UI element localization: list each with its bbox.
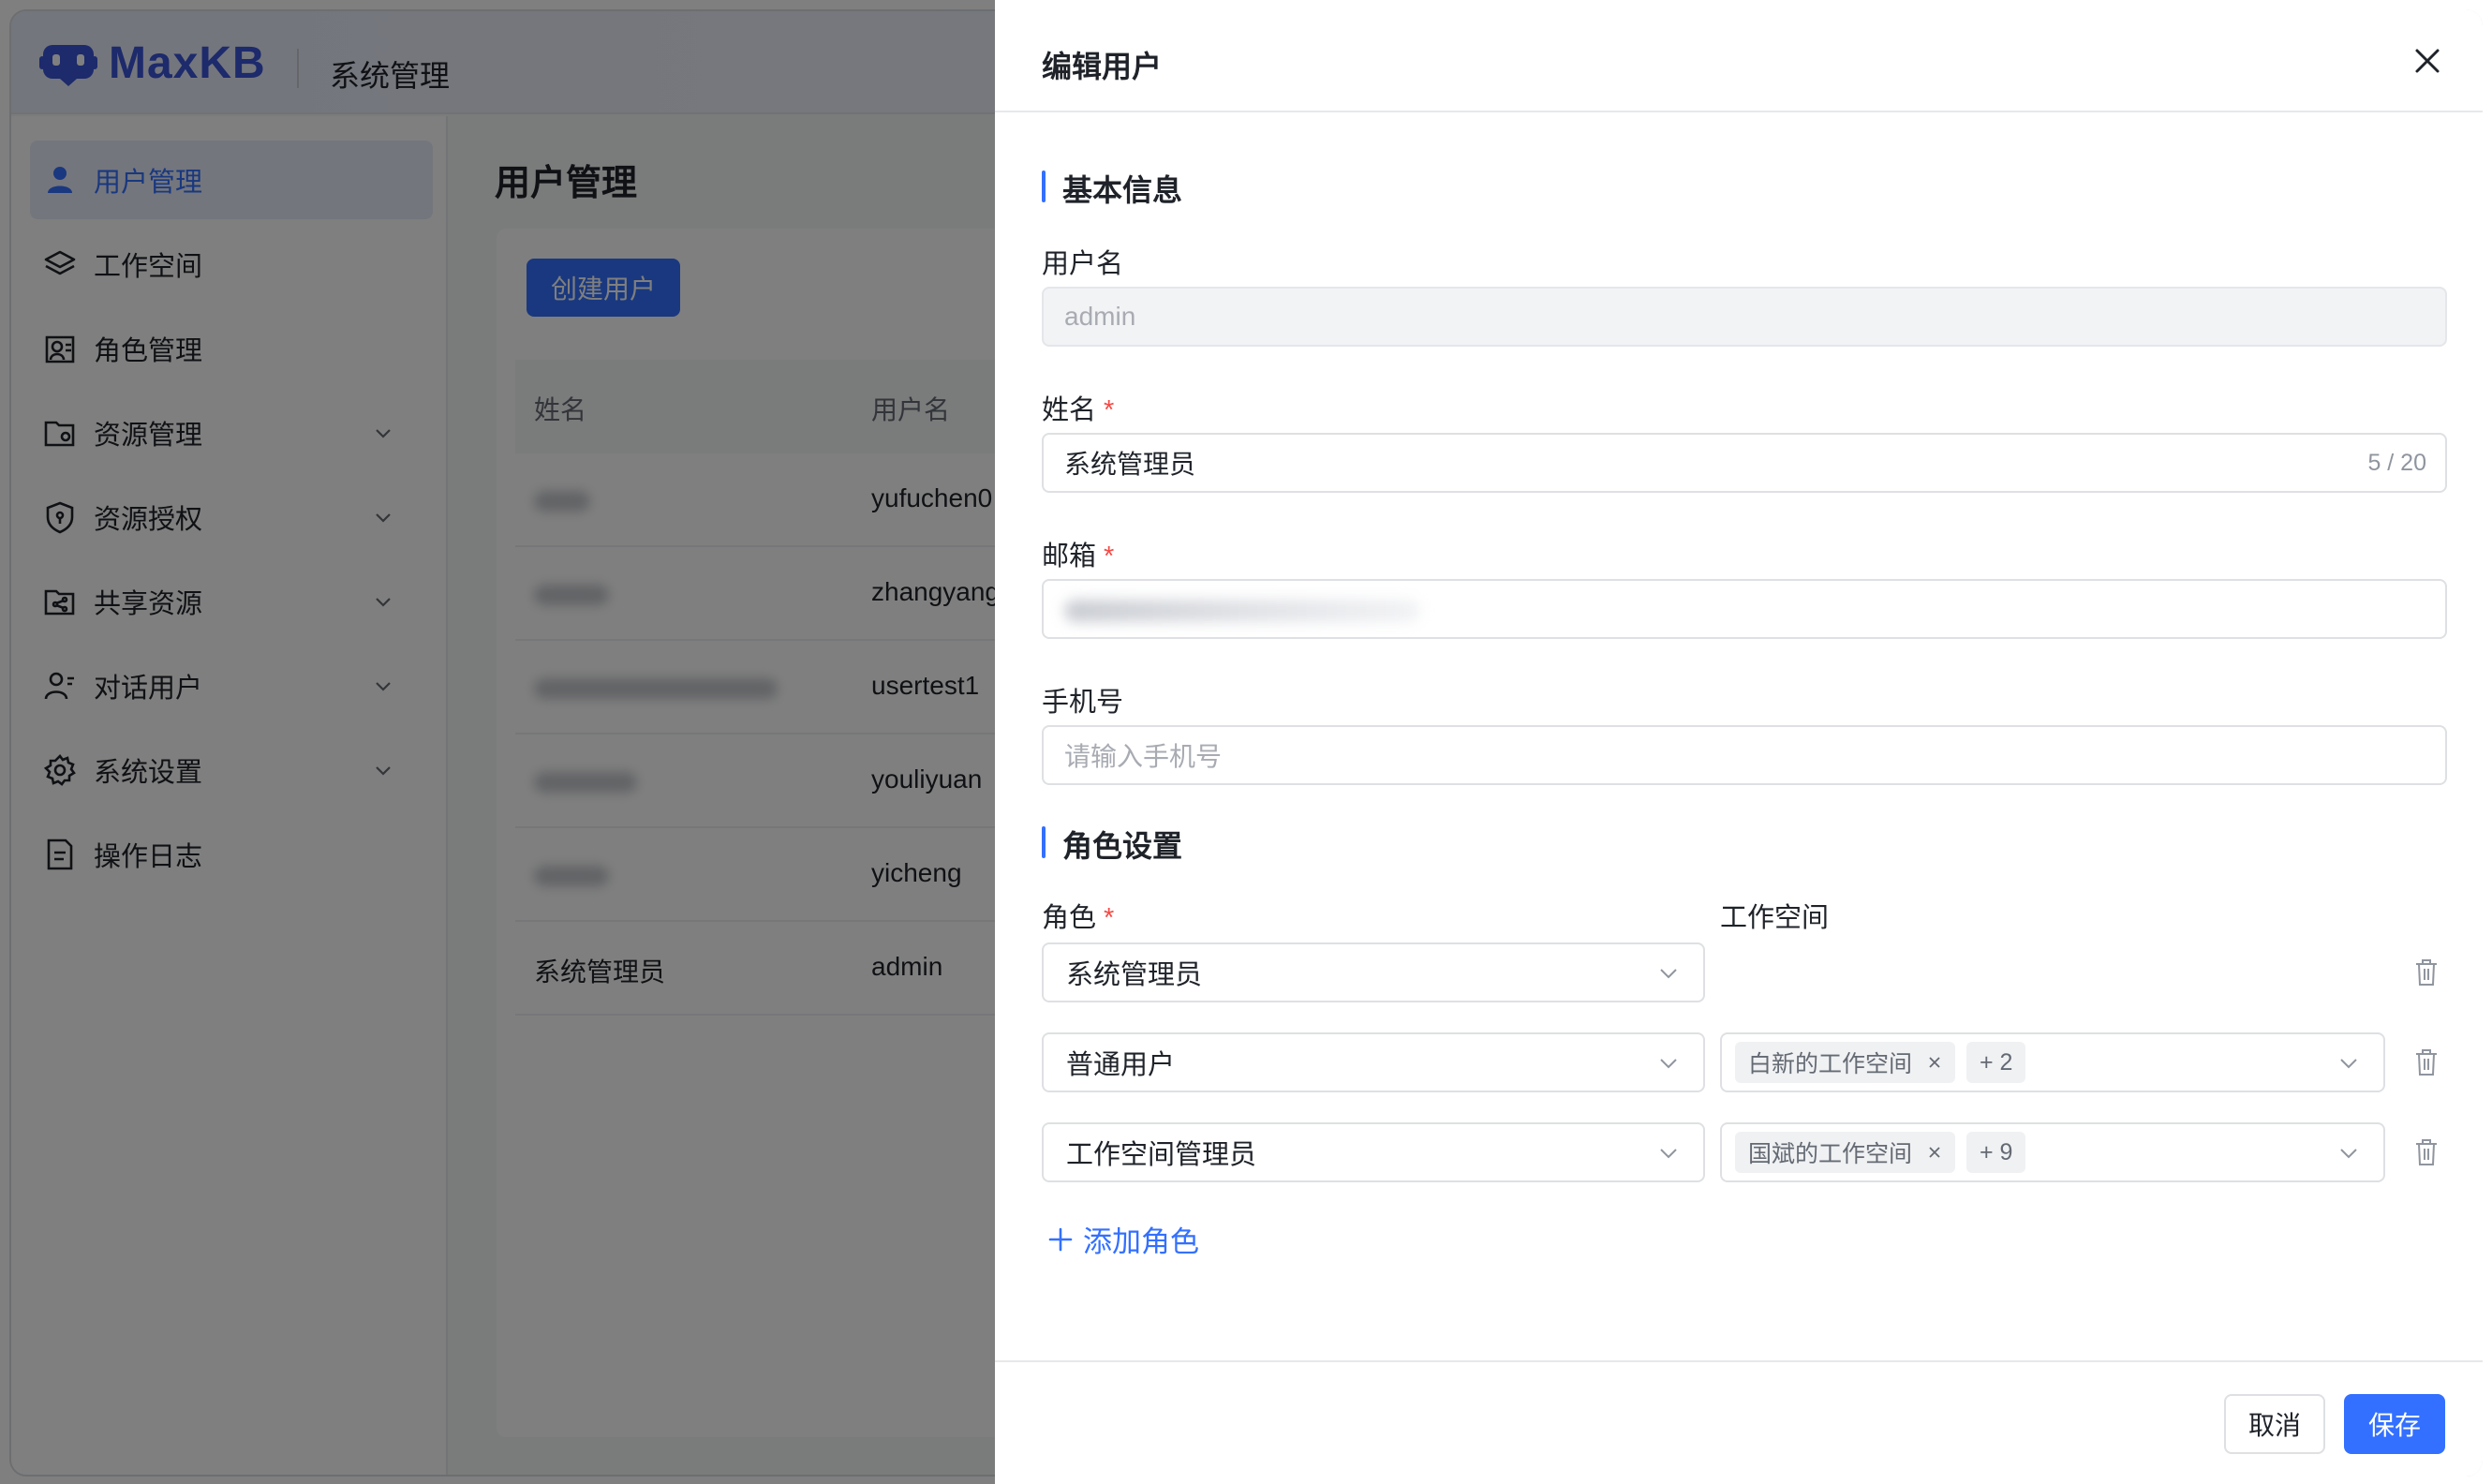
email-label: 邮箱 * (1042, 534, 1114, 573)
character-counter: 5 / 20 (2367, 449, 2426, 476)
trash-icon[interactable] (2413, 957, 2440, 987)
workspace-tag-label: 国斌的工作空间 (1748, 1141, 1913, 1167)
role-select[interactable]: 工作空间管理员 (1042, 1122, 1705, 1182)
role-select[interactable]: 系统管理员 (1042, 942, 1705, 1002)
drawer-header: 编辑用户 (995, 9, 2483, 112)
chevron-down-icon (1660, 1059, 1677, 1069)
email-label-text: 邮箱 (1042, 542, 1097, 571)
phone-field[interactable]: 请输入手机号 (1042, 725, 2447, 785)
required-mark: * (1104, 542, 1115, 571)
role-label-text: 角色 (1042, 903, 1097, 933)
chevron-down-icon (1660, 1149, 1677, 1159)
workspace-tag-label: 白新的工作空间 (1748, 1051, 1913, 1077)
workspace-select[interactable]: 白新的工作空间 + 2 (1720, 1032, 2385, 1092)
workspace-label: 工作空间 (1720, 903, 1830, 933)
role-select-value: 普通用户 (1066, 1050, 1176, 1080)
workspace-tags: 白新的工作空间 + 2 (1735, 1042, 2037, 1083)
chevron-down-icon (2340, 1059, 2357, 1069)
more-count-tag: + 9 (1966, 1132, 2026, 1173)
username-field: admin (1042, 287, 2447, 347)
role-select-value: 系统管理员 (1066, 960, 1203, 990)
workspace-tag: 白新的工作空间 (1735, 1042, 1956, 1083)
role-select-value: 工作空间管理员 (1066, 1140, 1257, 1170)
name-label: 姓名 * (1042, 388, 1114, 427)
trash-icon[interactable] (2413, 1047, 2440, 1077)
workspace-tags: 国斌的工作空间 + 9 (1735, 1132, 2037, 1173)
trash-icon[interactable] (2413, 1137, 2440, 1167)
drawer-footer: 取消 保存 (995, 1360, 2483, 1477)
name-label-text: 姓名 (1042, 395, 1097, 425)
close-icon[interactable] (2410, 43, 2445, 79)
drawer-title: 编辑用户 (1042, 50, 1163, 83)
more-count-tag: + 2 (1966, 1042, 2026, 1083)
edit-user-drawer: 编辑用户 基本信息 用户名 admin 姓名 * 系统管理员 5 / 20 邮箱 *… (995, 9, 2483, 1477)
email-field[interactable] (1042, 579, 2447, 639)
chevron-down-icon (2340, 1149, 2357, 1159)
chevron-down-icon (1660, 969, 1677, 979)
modal-overlay[interactable] (0, 0, 995, 1484)
role-select[interactable]: 普通用户 (1042, 1032, 1705, 1092)
redacted-email (1064, 600, 1420, 622)
cancel-button[interactable]: 取消 (2224, 1394, 2325, 1454)
save-button[interactable]: 保存 (2344, 1394, 2445, 1454)
username-label: 用户名 (1042, 249, 1124, 279)
name-value: 系统管理员 (1064, 450, 1196, 479)
basic-info-section-title: 基本信息 (1042, 167, 1182, 210)
role-label: 角色 * (1042, 896, 1114, 935)
required-mark: * (1104, 903, 1115, 933)
close-icon[interactable] (1927, 1055, 1942, 1070)
name-field[interactable]: 系统管理员 5 / 20 (1042, 433, 2447, 493)
add-role-button[interactable]: 添加角色 (1047, 1218, 1199, 1260)
close-icon[interactable] (1927, 1145, 1942, 1160)
workspace-select[interactable]: 国斌的工作空间 + 9 (1720, 1122, 2385, 1182)
required-mark: * (1104, 395, 1115, 425)
role-settings-section-title: 角色设置 (1042, 823, 1182, 866)
phone-placeholder: 请输入手机号 (1064, 742, 1223, 771)
phone-label: 手机号 (1042, 688, 1124, 718)
workspace-tag: 国斌的工作空间 (1735, 1132, 1956, 1173)
add-role-label: 添加角色 (1083, 1225, 1199, 1258)
plus-icon (1048, 1227, 1073, 1251)
username-value: admin (1064, 302, 1136, 331)
